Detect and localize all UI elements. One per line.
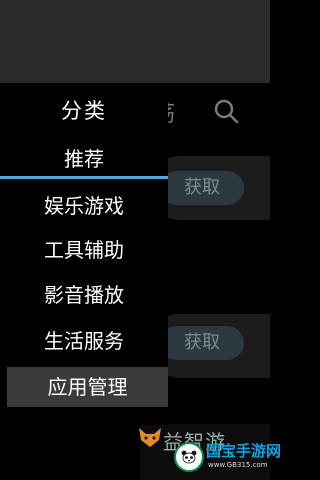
category-item-app-management[interactable]: 应用管理 bbox=[7, 367, 168, 407]
category-item-lifestyle[interactable]: 生活服务 bbox=[0, 321, 168, 361]
get-button[interactable]: 获取 bbox=[160, 171, 244, 205]
watermark-url: www.GB315.com bbox=[208, 461, 268, 469]
category-drawer: 分类 推荐 娱乐游戏 工具辅助 影音播放 生活服务 应用管理 bbox=[0, 83, 168, 425]
category-item-entertainment-games[interactable]: 娱乐游戏 bbox=[0, 186, 168, 226]
category-item-tools[interactable]: 工具辅助 bbox=[0, 230, 168, 270]
tab-recommend[interactable]: 推荐 bbox=[0, 143, 168, 172]
search-icon[interactable] bbox=[213, 98, 239, 124]
panda-logo-icon bbox=[174, 442, 204, 472]
drawer-title: 分类 bbox=[61, 99, 107, 123]
fox-icon bbox=[139, 428, 161, 447]
watermark-logo: 国宝手游网 www.GB315.com bbox=[174, 440, 281, 476]
status-bar bbox=[0, 0, 270, 83]
watermark-text: 国宝手游网 bbox=[206, 442, 282, 460]
get-button[interactable]: 获取 bbox=[160, 326, 244, 360]
selected-tab-indicator bbox=[0, 176, 168, 179]
category-item-media[interactable]: 影音播放 bbox=[0, 275, 168, 315]
